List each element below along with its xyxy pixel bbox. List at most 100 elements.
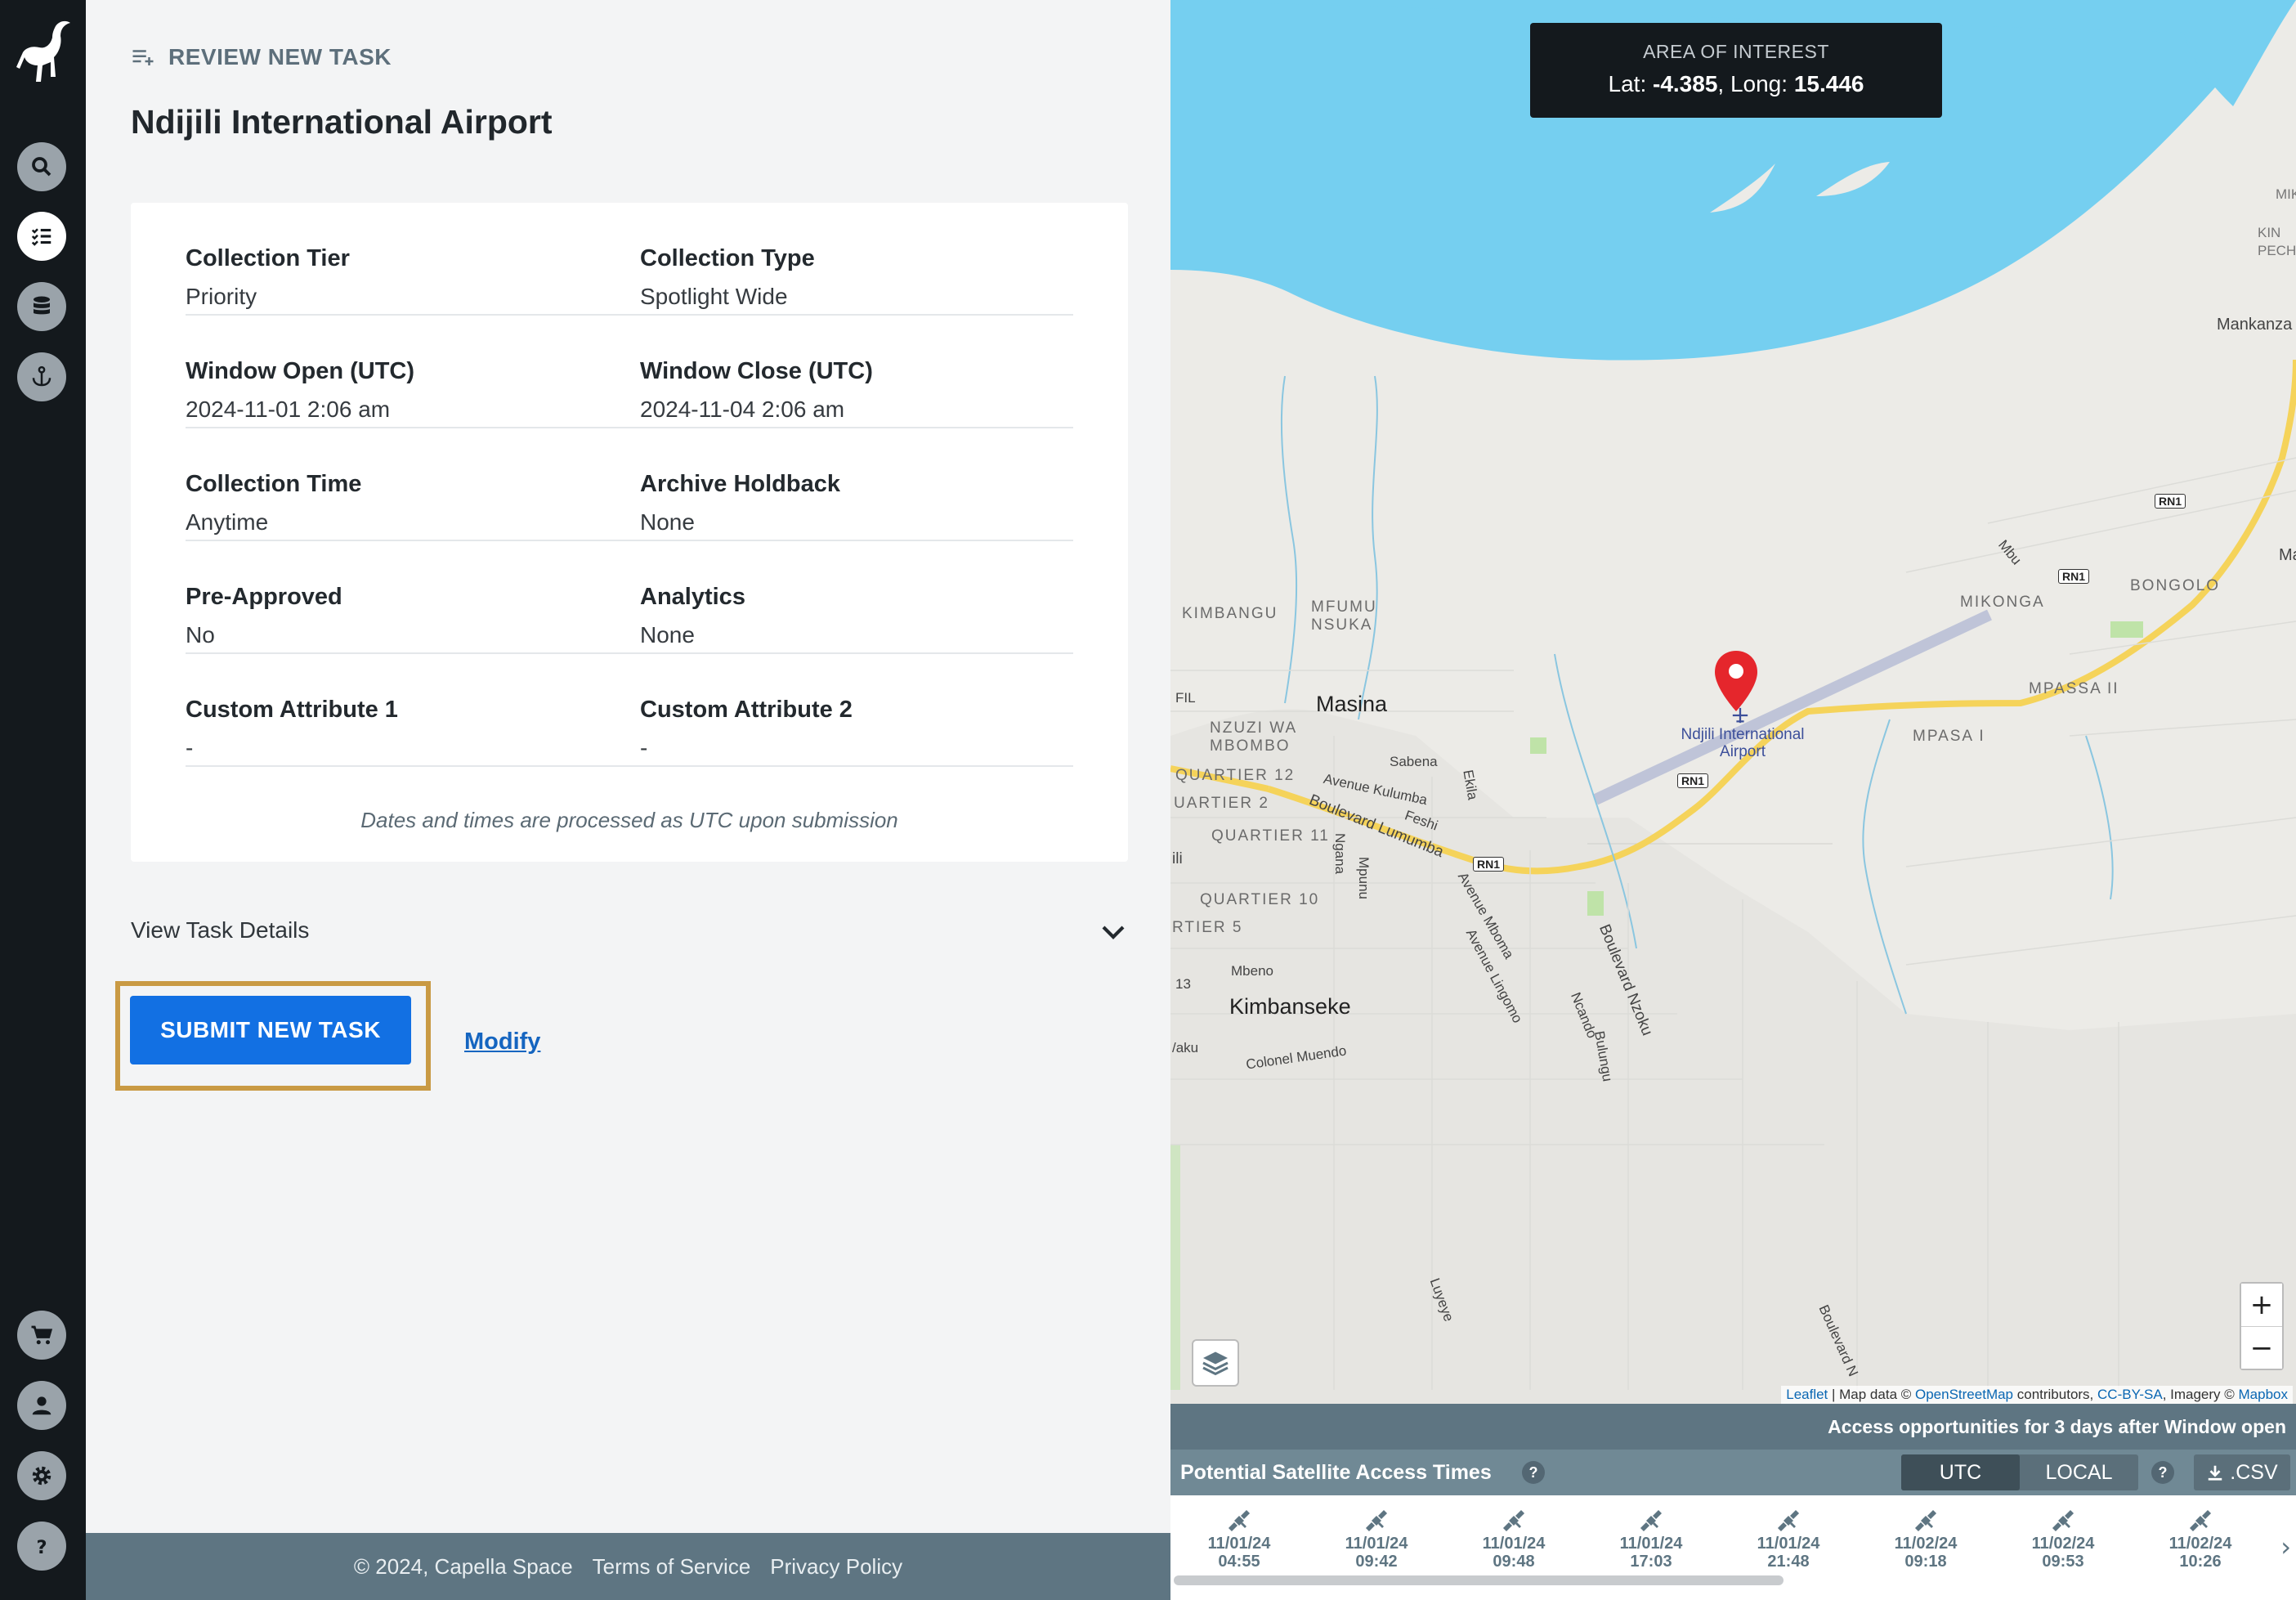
map-label: MFUMU NSUKA (1311, 598, 1377, 634)
map-label: QUARTIER 11 (1211, 827, 1330, 845)
timezone-toggle: UTC LOCAL (1901, 1454, 2138, 1490)
access-hour: 09:42 (1355, 1553, 1398, 1571)
utc-note: Dates and times are processed as UTC upo… (360, 808, 898, 832)
map-label: Sabena (1390, 754, 1438, 769)
map-label: RTIER 5 (1172, 919, 1243, 936)
section-header: REVIEW NEW TASK (131, 44, 392, 70)
access-times-list: 11/01/24 04:55 11/01/24 09:42 11/01/24 0… (1170, 1495, 2296, 1587)
privacy-link[interactable]: Privacy Policy (770, 1554, 902, 1580)
map-label: Mbeno (1231, 963, 1273, 979)
access-hour: 21:48 (1767, 1553, 1810, 1571)
map-view[interactable]: AREA OF INTEREST Lat: -4.385, Long: 15.4… (1170, 0, 2296, 1404)
layers-icon (1202, 1351, 1229, 1376)
pre-approved-value: No (186, 622, 215, 648)
airport-label: Ndjili International Airport (1681, 726, 1805, 760)
horizontal-scrollbar[interactable] (1174, 1575, 1784, 1585)
view-task-details-toggle[interactable]: View Task Details (131, 917, 1128, 950)
map-label: UARTIER 2 (1174, 795, 1269, 812)
submit-new-task-button[interactable]: SUBMIT NEW TASK (130, 996, 411, 1064)
database-nav-button[interactable] (17, 282, 66, 331)
satellite-icon (1228, 1509, 1251, 1532)
collection-type-label: Collection Type (640, 245, 815, 271)
playlist-add-icon (132, 50, 154, 65)
satellite-icon (2052, 1509, 2074, 1532)
tasks-icon (31, 228, 51, 246)
archive-holdback-label: Archive Holdback (640, 471, 840, 497)
access-title: Potential Satellite Access Times (1180, 1461, 1492, 1484)
map-label: MPASSA II (2029, 680, 2119, 697)
mapbox-link[interactable]: Mapbox (2239, 1387, 2288, 1402)
modify-link[interactable]: Modify (464, 1029, 540, 1055)
collection-type-value: Spotlight Wide (640, 284, 788, 309)
settings-nav-button[interactable] (17, 1451, 66, 1500)
map-label: QUARTIER 10 (1200, 891, 1320, 908)
help-icon[interactable]: ? (2151, 1461, 2174, 1484)
access-time-item[interactable]: 11/02/24 09:53 (2014, 1507, 2112, 1571)
csv-label: .CSV (2230, 1461, 2278, 1484)
custom-attribute-1-value: - (186, 735, 194, 760)
anchor-icon (32, 365, 51, 387)
cart-icon (31, 1325, 53, 1345)
submit-highlight: SUBMIT NEW TASK (115, 981, 431, 1091)
map-label: Mankanza (2217, 316, 2293, 334)
attribution-text: , Imagery © (2162, 1387, 2239, 1402)
access-time-item[interactable]: 11/02/24 09:18 (1877, 1507, 1975, 1571)
access-time-item[interactable]: 11/01/24 09:48 (1465, 1507, 1563, 1571)
access-time-item[interactable]: 11/02/24 10:26 (2151, 1507, 2249, 1571)
satellite-icon (1777, 1509, 1800, 1532)
zoom-out-button[interactable]: − (2241, 1326, 2282, 1369)
capella-logo[interactable] (13, 20, 72, 101)
access-date: 11/01/24 (1207, 1535, 1271, 1553)
detail-row: Window Open (UTC) 2024-11-01 2:06 am Wind… (186, 316, 1073, 428)
access-banner: Access opportunities for 3 days after Wi… (1170, 1404, 2296, 1450)
access-date: 11/01/24 (1757, 1535, 1820, 1553)
copyright: © 2024, Capella Space (353, 1553, 573, 1579)
search-nav-button[interactable] (17, 142, 66, 191)
user-nav-button[interactable] (17, 1381, 66, 1430)
access-date: 11/01/24 (1345, 1535, 1408, 1553)
layers-button[interactable] (1192, 1339, 1239, 1387)
svg-text:?: ? (36, 1537, 47, 1558)
csv-download-button[interactable]: .CSV (2194, 1454, 2290, 1490)
location-pin-icon[interactable] (1713, 649, 1759, 713)
map-label: Ma (2279, 546, 2296, 564)
help-nav-button[interactable]: ? (17, 1522, 66, 1571)
long-value: 15.446 (1793, 71, 1864, 96)
help-icon[interactable]: ? (1522, 1461, 1545, 1484)
access-date: 11/02/24 (2031, 1535, 2095, 1553)
local-option[interactable]: LOCAL (2020, 1454, 2138, 1490)
map-label: MPASA I (1913, 728, 1985, 745)
utc-option[interactable]: UTC (1901, 1454, 2020, 1490)
search-icon (32, 157, 51, 177)
access-time-item[interactable]: 11/01/24 21:48 (1739, 1507, 1837, 1571)
database-icon (34, 296, 50, 315)
terms-link[interactable]: Terms of Service (593, 1554, 751, 1580)
access-date: 11/02/24 (2168, 1535, 2232, 1553)
lat-label: Lat: (1608, 71, 1647, 96)
access-time-item[interactable]: 11/01/24 04:55 (1190, 1507, 1288, 1571)
map-label: Ngana (1332, 832, 1349, 875)
map-label: MIK (2276, 186, 2296, 202)
tasks-nav-button[interactable] (17, 212, 66, 261)
collection-tier-label: Collection Tier (186, 245, 350, 271)
anchor-nav-button[interactable] (17, 352, 66, 401)
osm-link[interactable]: OpenStreetMap (1915, 1387, 2013, 1402)
access-time-item[interactable]: 11/01/24 09:42 (1327, 1507, 1425, 1571)
custom-attribute-1-label: Custom Attribute 1 (186, 697, 398, 723)
view-task-details-label: View Task Details (131, 917, 310, 943)
access-date: 11/02/24 (1894, 1535, 1958, 1553)
leaflet-link[interactable]: Leaflet (1786, 1387, 1828, 1402)
map-label: NZUZI WA MBOMBO (1210, 719, 1298, 755)
access-date: 11/01/24 (1619, 1535, 1683, 1553)
zoom-in-button[interactable]: + (2241, 1284, 2282, 1326)
road-shield: RN1 (1473, 857, 1505, 872)
chevron-right-icon[interactable]: › (2280, 1531, 2291, 1562)
zoom-control: + − (2240, 1282, 2284, 1370)
map-label: Masina (1316, 692, 1388, 716)
cart-nav-button[interactable] (17, 1311, 66, 1360)
access-time-item[interactable]: 11/01/24 17:03 (1602, 1507, 1700, 1571)
attribution-text: contributors, (2013, 1387, 2098, 1402)
detail-row: Custom Attribute 1 - Custom Attribute 2 - (186, 654, 1073, 767)
cc-link[interactable]: CC-BY-SA (2097, 1387, 2163, 1402)
map-label: KIMBANGU (1182, 605, 1278, 622)
